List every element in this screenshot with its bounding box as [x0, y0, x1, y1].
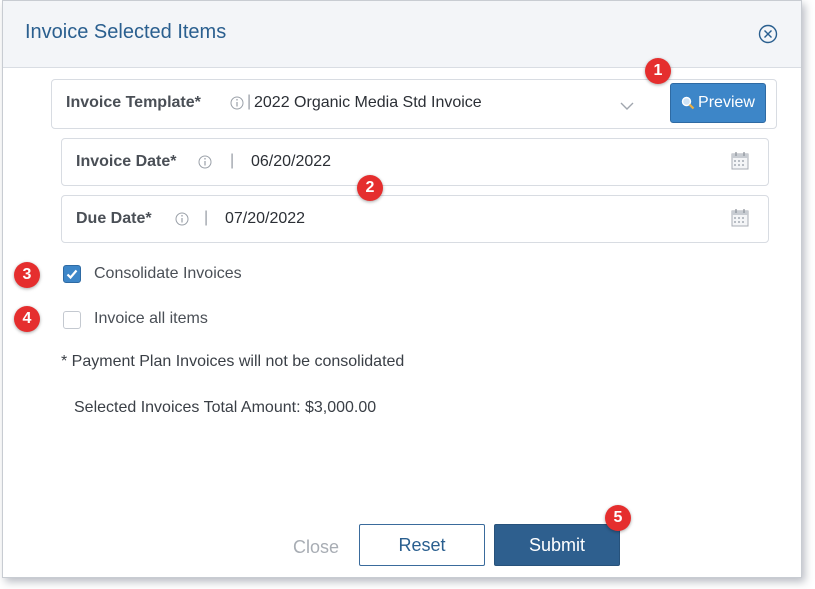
invoice-date-value: 06/20/2022 — [251, 153, 332, 170]
submit-button[interactable]: Submit — [494, 524, 620, 566]
info-icon[interactable] — [198, 155, 212, 169]
separator: | — [247, 93, 252, 110]
due-date-value: 07/20/2022 — [225, 210, 306, 227]
checkmark-icon — [66, 269, 78, 280]
invoice-date-field[interactable]: Invoice Date* | 06/20/2022 — [61, 138, 769, 186]
annotation-badge-5: 5 — [605, 505, 631, 531]
invoice-template-value: 2022 Organic Media Std Invoice — [254, 94, 482, 111]
chevron-down-icon[interactable] — [619, 101, 635, 111]
reset-button[interactable]: Reset — [359, 524, 485, 566]
due-date-label: Due Date* — [76, 210, 152, 227]
invoice-dialog: Invoice Selected Items Invoice Template*… — [2, 0, 802, 578]
magnifier-icon — [681, 96, 695, 110]
annotation-badge-1: 1 — [645, 58, 671, 84]
invoice-template-label: Invoice Template* — [66, 94, 201, 111]
close-circle-icon[interactable] — [757, 23, 779, 45]
preview-button[interactable]: Preview — [670, 83, 766, 123]
info-icon[interactable] — [230, 96, 244, 110]
consolidate-invoices-checkbox[interactable] — [63, 265, 81, 283]
dialog-title: Invoice Selected Items — [25, 21, 227, 43]
invoice-all-items-label: Invoice all items — [94, 310, 208, 327]
close-button[interactable]: Close — [281, 526, 351, 568]
calendar-icon[interactable] — [730, 151, 750, 171]
annotation-badge-4: 4 — [14, 306, 40, 332]
calendar-icon[interactable] — [730, 208, 750, 228]
annotation-badge-3: 3 — [14, 262, 40, 288]
due-date-field[interactable]: Due Date* | 07/20/2022 — [61, 195, 769, 243]
info-icon[interactable] — [175, 212, 189, 226]
invoice-all-items-checkbox[interactable] — [63, 311, 81, 329]
invoice-date-label: Invoice Date* — [76, 153, 177, 170]
invoice-template-select[interactable]: Invoice Template* | 2022 Organic Media S… — [51, 79, 777, 129]
dialog-header: Invoice Selected Items — [3, 1, 801, 68]
payment-plan-note: * Payment Plan Invoices will not be cons… — [61, 353, 405, 370]
consolidate-invoices-label: Consolidate Invoices — [94, 265, 242, 282]
separator: | — [230, 152, 235, 169]
annotation-badge-2: 2 — [357, 175, 383, 201]
separator: | — [204, 209, 209, 226]
selected-total-amount: Selected Invoices Total Amount: $3,000.0… — [74, 399, 377, 416]
preview-label: Preview — [698, 94, 755, 111]
